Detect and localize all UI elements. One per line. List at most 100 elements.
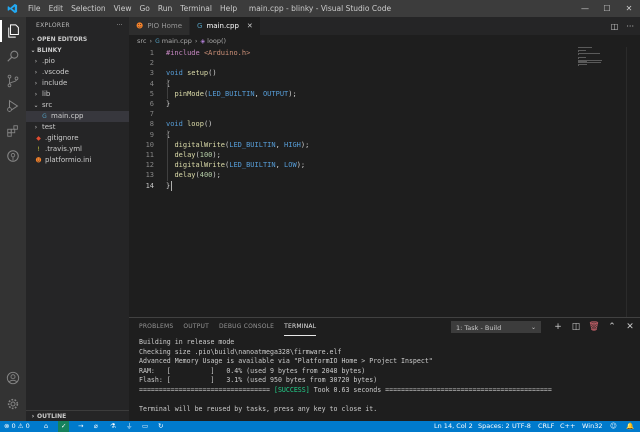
language-mode[interactable]: C++	[560, 421, 575, 432]
minimize-button[interactable]: —	[574, 0, 596, 17]
kill-terminal-icon[interactable]: 🗑	[587, 320, 601, 334]
split-terminal-icon[interactable]: ◫	[569, 320, 583, 334]
menu-selection[interactable]: Selection	[67, 0, 110, 17]
line-number: 2	[149, 59, 154, 68]
platformio-icon: ☻	[136, 22, 144, 30]
tree-item[interactable]: ⌄ src	[26, 100, 129, 111]
maximize-panel-icon[interactable]: ⌃	[605, 320, 619, 334]
code-line: 12 digitalWrite(LED_BUILTIN, LOW);	[129, 160, 569, 170]
tree-item[interactable]: › lib	[26, 89, 129, 100]
outline-section[interactable]: › OUTLINE	[26, 410, 129, 421]
terminal-task-select[interactable]: 1: Task - Build ⌄	[451, 321, 541, 333]
pio-serial-monitor-icon[interactable]: ⏚	[126, 421, 133, 432]
project-label: BLINKY	[37, 47, 62, 54]
pio-home-icon[interactable]: ⌂	[44, 421, 48, 432]
tab-main-cpp[interactable]: G main.cpp ✕	[190, 17, 261, 35]
tree-item[interactable]: › .pio	[26, 56, 129, 67]
new-terminal-icon[interactable]: +	[551, 320, 565, 334]
tab-pio-home[interactable]: ☻ PIO Home	[129, 17, 191, 35]
breadcrumb-symbol[interactable]: loop()	[207, 37, 226, 45]
more-actions-icon[interactable]: ···	[626, 22, 634, 31]
code-text: }	[166, 181, 170, 191]
notifications-icon[interactable]: 🔔	[626, 421, 634, 432]
tree-item[interactable]: › .vscode	[26, 67, 129, 78]
open-editors-section[interactable]: › OPEN EDITORS	[26, 34, 129, 45]
tree-item[interactable]: ☻ platformio.ini	[26, 155, 129, 166]
tree-item[interactable]: ! .travis.yml	[26, 144, 129, 155]
tree-item[interactable]: › include	[26, 78, 129, 89]
source-control-icon[interactable]	[0, 70, 26, 92]
editor-scrollbar[interactable]	[626, 47, 640, 317]
close-panel-icon[interactable]: ✕	[623, 320, 637, 334]
explorer-icon[interactable]	[0, 20, 26, 42]
encoding[interactable]: UTF-8	[512, 421, 531, 432]
menu-view[interactable]: View	[110, 0, 136, 17]
pio-upload-icon[interactable]: →	[78, 421, 83, 432]
menu-help[interactable]: Help	[216, 0, 241, 17]
menu-go[interactable]: Go	[135, 0, 153, 17]
extensions-icon[interactable]	[0, 120, 26, 142]
terminal-line: Advanced Memory Usage is available via "…	[139, 357, 433, 365]
tree-item[interactable]: › test	[26, 122, 129, 133]
menu-edit[interactable]: Edit	[45, 0, 68, 17]
platform[interactable]: Win32	[582, 421, 602, 432]
line-ending[interactable]: CRLF	[538, 421, 554, 432]
warning-count: 0	[25, 422, 30, 430]
sync-icon[interactable]: ↻	[158, 421, 163, 432]
pio-test-icon[interactable]: ⚗	[110, 421, 116, 432]
indentation[interactable]: Spaces: 2	[478, 421, 510, 432]
code-line: 14}	[129, 181, 569, 191]
code-token: void	[166, 120, 188, 129]
line-number: 13	[145, 171, 154, 180]
feedback-icon[interactable]: ☺	[610, 421, 617, 432]
panel-tab-terminal[interactable]: TERMINAL	[284, 318, 317, 336]
code-token: );	[288, 89, 297, 98]
pio-build-icon[interactable]: ✓	[58, 421, 70, 432]
cursor-position[interactable]: Ln 14, Col 2	[434, 421, 473, 432]
line-number: 12	[145, 161, 154, 170]
search-icon[interactable]	[0, 45, 26, 67]
close-button[interactable]: ✕	[618, 0, 640, 17]
more-actions-icon[interactable]: ···	[116, 17, 123, 34]
platformio-icon[interactable]	[0, 145, 26, 167]
chevron-right-icon: ›	[194, 37, 198, 45]
tree-item-label: .gitignore	[45, 134, 79, 142]
code-line: 6}	[129, 99, 569, 109]
line-number: 14	[145, 181, 154, 190]
breadcrumb-folder[interactable]: src	[137, 37, 147, 45]
menu-terminal[interactable]: Terminal	[176, 0, 216, 17]
bottom-panel: PROBLEMS OUTPUT DEBUG CONSOLE TERMINAL 1: T…	[129, 317, 640, 421]
git-file-icon: ◆	[36, 135, 41, 142]
minimap-line	[578, 65, 579, 67]
maximize-button[interactable]: ☐	[596, 0, 618, 17]
minimap[interactable]	[576, 47, 626, 67]
terminal-output[interactable]: Building in release mode Checking size .p…	[139, 338, 552, 414]
panel-tab-output[interactable]: OUTPUT	[183, 318, 209, 336]
code-text: delay(100);	[166, 150, 220, 160]
code-token: ,	[275, 161, 285, 170]
menu-run[interactable]: Run	[154, 0, 176, 17]
code-editor[interactable]: 1 #include <Arduino.h> 2 3 void setup() 4{5 p…	[129, 47, 569, 317]
split-editor-icon[interactable]: ◫	[611, 22, 619, 31]
close-tab-icon[interactable]: ✕	[247, 22, 253, 30]
account-icon[interactable]	[0, 367, 26, 389]
tree-item[interactable]: ◆ .gitignore	[26, 133, 129, 144]
chevron-down-icon: ⌄	[530, 324, 536, 331]
problems-indicator[interactable]: ⊗ 0 ⚠ 0	[4, 421, 30, 432]
breadcrumb-file[interactable]: main.cpp	[162, 37, 192, 45]
menu-file[interactable]: File	[24, 0, 45, 17]
tree-item[interactable]: Gmain.cpp	[26, 111, 129, 122]
line-number: 1	[149, 49, 154, 57]
pio-terminal-icon[interactable]: ▭	[142, 421, 148, 432]
panel-tab-problems[interactable]: PROBLEMS	[139, 318, 173, 336]
code-line: 7	[129, 109, 569, 119]
project-section[interactable]: ⌄ BLINKY	[26, 45, 129, 56]
run-debug-icon[interactable]	[0, 95, 26, 117]
vscode-logo-icon	[0, 0, 24, 17]
tab-label: PIO Home	[147, 22, 183, 30]
pio-clean-icon[interactable]: ⌀	[94, 421, 98, 432]
settings-gear-icon[interactable]	[0, 393, 26, 415]
panel-tab-debug-console[interactable]: DEBUG CONSOLE	[219, 318, 274, 336]
code-token: OUTPUT	[262, 89, 289, 98]
terminal-line: Checking size .pio\build\nanoatmega328\f…	[139, 347, 342, 356]
